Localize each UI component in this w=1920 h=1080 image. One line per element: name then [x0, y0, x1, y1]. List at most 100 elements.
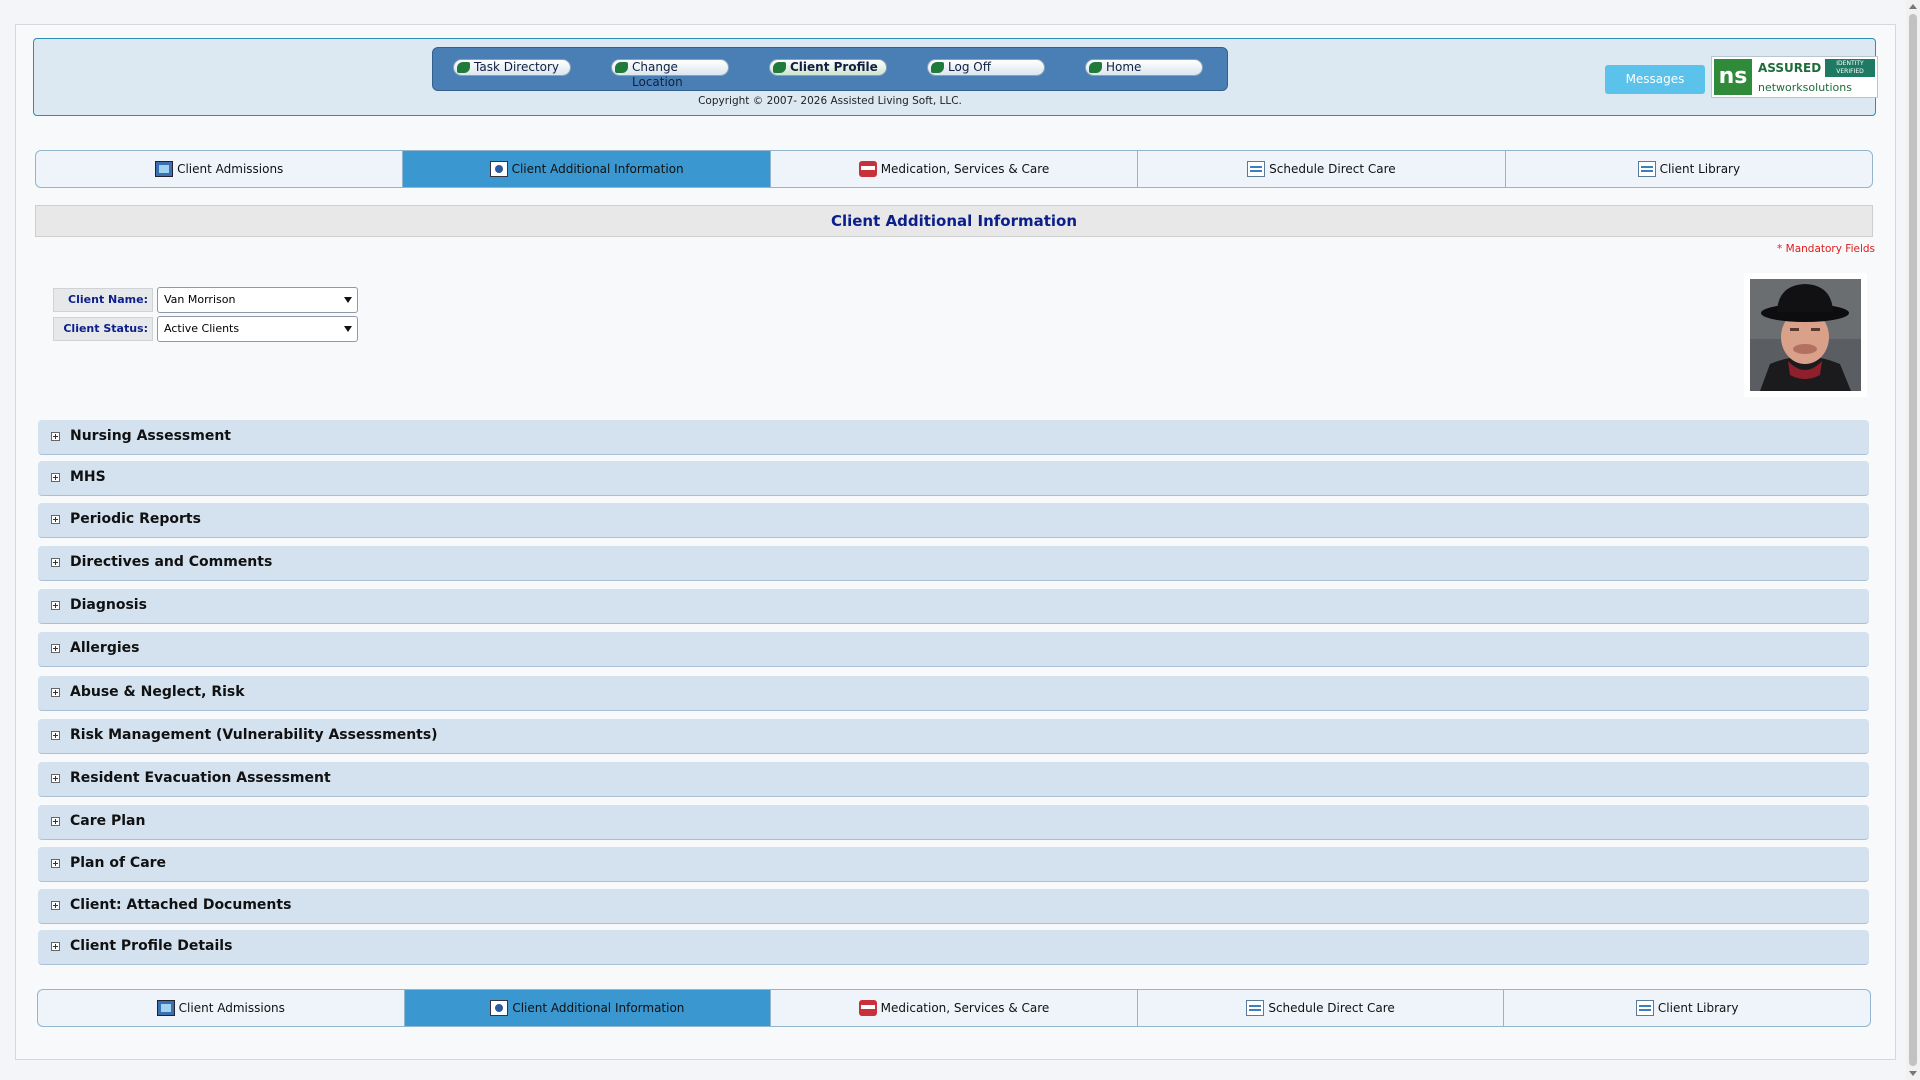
tab-schedule-direct-care[interactable]: Schedule Direct Care — [1138, 990, 1505, 1026]
section-risk-management[interactable]: Risk Management (Vulnerability Assessmen… — [38, 719, 1869, 754]
pills-icon — [858, 1000, 877, 1016]
client-tabs-top: Client Admissions Client Additional Info… — [35, 150, 1873, 188]
notepad-icon — [1635, 1000, 1654, 1016]
section-diagnosis[interactable]: Diagnosis — [38, 589, 1869, 624]
tab-schedule-direct-care[interactable]: Schedule Direct Care — [1138, 151, 1506, 187]
section-label: MHS — [70, 469, 106, 485]
section-plan-of-care[interactable]: Plan of Care — [38, 847, 1869, 882]
section-label: Periodic Reports — [70, 511, 201, 527]
notepad-icon — [1246, 1000, 1265, 1016]
monitor-icon — [155, 161, 174, 177]
log-off-label: Log Off — [948, 60, 991, 74]
tab-label: Client Additional Information — [512, 1001, 685, 1015]
leaf-icon — [457, 62, 470, 73]
tab-medication-services-care[interactable]: Medication, Services & Care — [771, 990, 1138, 1026]
home-label: Home — [1106, 60, 1142, 74]
tab-client-additional-information[interactable]: Client Additional Information — [403, 151, 771, 187]
expand-plus-icon[interactable] — [51, 515, 60, 524]
leaf-icon — [1089, 62, 1102, 73]
expand-plus-icon[interactable] — [51, 942, 60, 951]
tab-medication-services-care[interactable]: Medication, Services & Care — [771, 151, 1139, 187]
expand-plus-icon[interactable] — [51, 817, 60, 826]
scroll-down-arrow-icon[interactable] — [1909, 1071, 1917, 1076]
expand-plus-icon[interactable] — [51, 644, 60, 653]
expand-plus-icon[interactable] — [51, 432, 60, 441]
chevron-down-icon — [344, 297, 352, 303]
section-directives-and-comments[interactable]: Directives and Comments — [38, 546, 1869, 581]
client-photo — [1744, 273, 1867, 397]
log-off-button[interactable]: Log Off — [927, 59, 1045, 76]
section-resident-evacuation-assessment[interactable]: Resident Evacuation Assessment — [38, 762, 1869, 797]
section-client-profile-details[interactable]: Client Profile Details — [38, 930, 1869, 965]
section-label: Risk Management (Vulnerability Assessmen… — [70, 727, 438, 743]
expand-plus-icon[interactable] — [51, 558, 60, 567]
client-status-value: Active Clients — [164, 322, 240, 335]
tab-client-library[interactable]: Client Library — [1504, 990, 1870, 1026]
notepad-icon — [1637, 161, 1656, 177]
tab-label: Client Admissions — [178, 1001, 285, 1015]
client-photo-image — [1750, 279, 1861, 391]
section-nursing-assessment[interactable]: Nursing Assessment — [38, 420, 1869, 455]
section-allergies[interactable]: Allergies — [38, 632, 1869, 667]
tab-label: Client Admissions — [177, 162, 284, 176]
section-label: Care Plan — [70, 813, 146, 829]
header: Task Directory Change Location Client Pr… — [33, 38, 1878, 116]
notepad-icon — [1247, 161, 1266, 177]
section-label: Diagnosis — [70, 597, 147, 613]
client-status-select[interactable]: Active Clients — [157, 316, 358, 342]
expand-plus-icon[interactable] — [51, 859, 60, 868]
badge-identity-text: IDENTITY VERIFIED — [1825, 59, 1875, 77]
top-nav-bar: Task Directory Change Location Client Pr… — [432, 47, 1228, 91]
section-care-plan[interactable]: Care Plan — [38, 805, 1869, 840]
network-solutions-badge[interactable]: ns ASSURED IDENTITY VERIFIED networksolu… — [1711, 56, 1878, 98]
section-client-attached-documents[interactable]: Client: Attached Documents — [38, 889, 1869, 924]
scroll-up-arrow-icon[interactable] — [1909, 4, 1917, 9]
client-name-value: Van Morrison — [164, 293, 236, 306]
copyright-text: Copyright © 2007- 2026 Assisted Living S… — [698, 95, 962, 107]
expand-plus-icon[interactable] — [51, 601, 60, 610]
leaf-icon — [931, 62, 944, 73]
change-location-button[interactable]: Change Location — [611, 59, 729, 89]
badge-assured-text: ASSURED — [1758, 61, 1822, 75]
client-tabs-bottom: Client Admissions Client Additional Info… — [37, 989, 1871, 1027]
section-mhs[interactable]: MHS — [38, 461, 1869, 496]
leaf-icon — [773, 62, 786, 73]
section-label: Client Profile Details — [70, 938, 233, 954]
tab-label: Medication, Services & Care — [880, 162, 1050, 176]
section-label: Directives and Comments — [70, 554, 273, 570]
scroll-thumb[interactable] — [1909, 14, 1917, 1066]
expand-plus-icon[interactable] — [51, 731, 60, 740]
expand-plus-icon[interactable] — [51, 901, 60, 910]
section-label: Plan of Care — [70, 855, 167, 871]
tab-client-additional-information[interactable]: Client Additional Information — [404, 990, 772, 1026]
task-directory-button[interactable]: Task Directory — [453, 59, 571, 76]
chevron-down-icon — [344, 326, 352, 332]
tab-label: Client Library — [1657, 1001, 1739, 1015]
page-container: Task Directory Change Location Client Pr… — [15, 24, 1896, 1060]
section-abuse-neglect-risk[interactable]: Abuse & Neglect, Risk — [38, 676, 1869, 711]
messages-button[interactable]: Messages — [1605, 65, 1705, 94]
section-label: Nursing Assessment — [70, 428, 231, 444]
home-button[interactable]: Home — [1085, 59, 1203, 76]
client-name-label: Client Name: — [53, 288, 153, 312]
task-directory-label: Task Directory — [474, 60, 560, 74]
vertical-scrollbar[interactable] — [1906, 0, 1920, 1080]
section-label: Abuse & Neglect, Risk — [70, 684, 245, 700]
leaf-icon — [615, 62, 628, 73]
client-profile-label: Client Profile — [790, 60, 878, 74]
tab-label: Client Library — [1659, 162, 1741, 176]
tab-client-admissions[interactable]: Client Admissions — [36, 151, 404, 187]
client-name-select[interactable]: Van Morrison — [157, 287, 358, 313]
tab-client-admissions[interactable]: Client Admissions — [38, 990, 405, 1026]
expand-plus-icon[interactable] — [51, 688, 60, 697]
expand-plus-icon[interactable] — [51, 774, 60, 783]
expand-plus-icon[interactable] — [51, 473, 60, 482]
tab-client-library[interactable]: Client Library — [1506, 151, 1872, 187]
badge-sub-text: networksolutions — [1758, 81, 1852, 94]
change-location-label: Change Location — [632, 60, 683, 89]
monitor-icon — [156, 1000, 175, 1016]
section-label: Client: Attached Documents — [70, 897, 292, 913]
client-profile-button[interactable]: Client Profile — [769, 59, 887, 76]
tab-label: Schedule Direct Care — [1268, 1001, 1395, 1015]
section-periodic-reports[interactable]: Periodic Reports — [38, 503, 1869, 538]
